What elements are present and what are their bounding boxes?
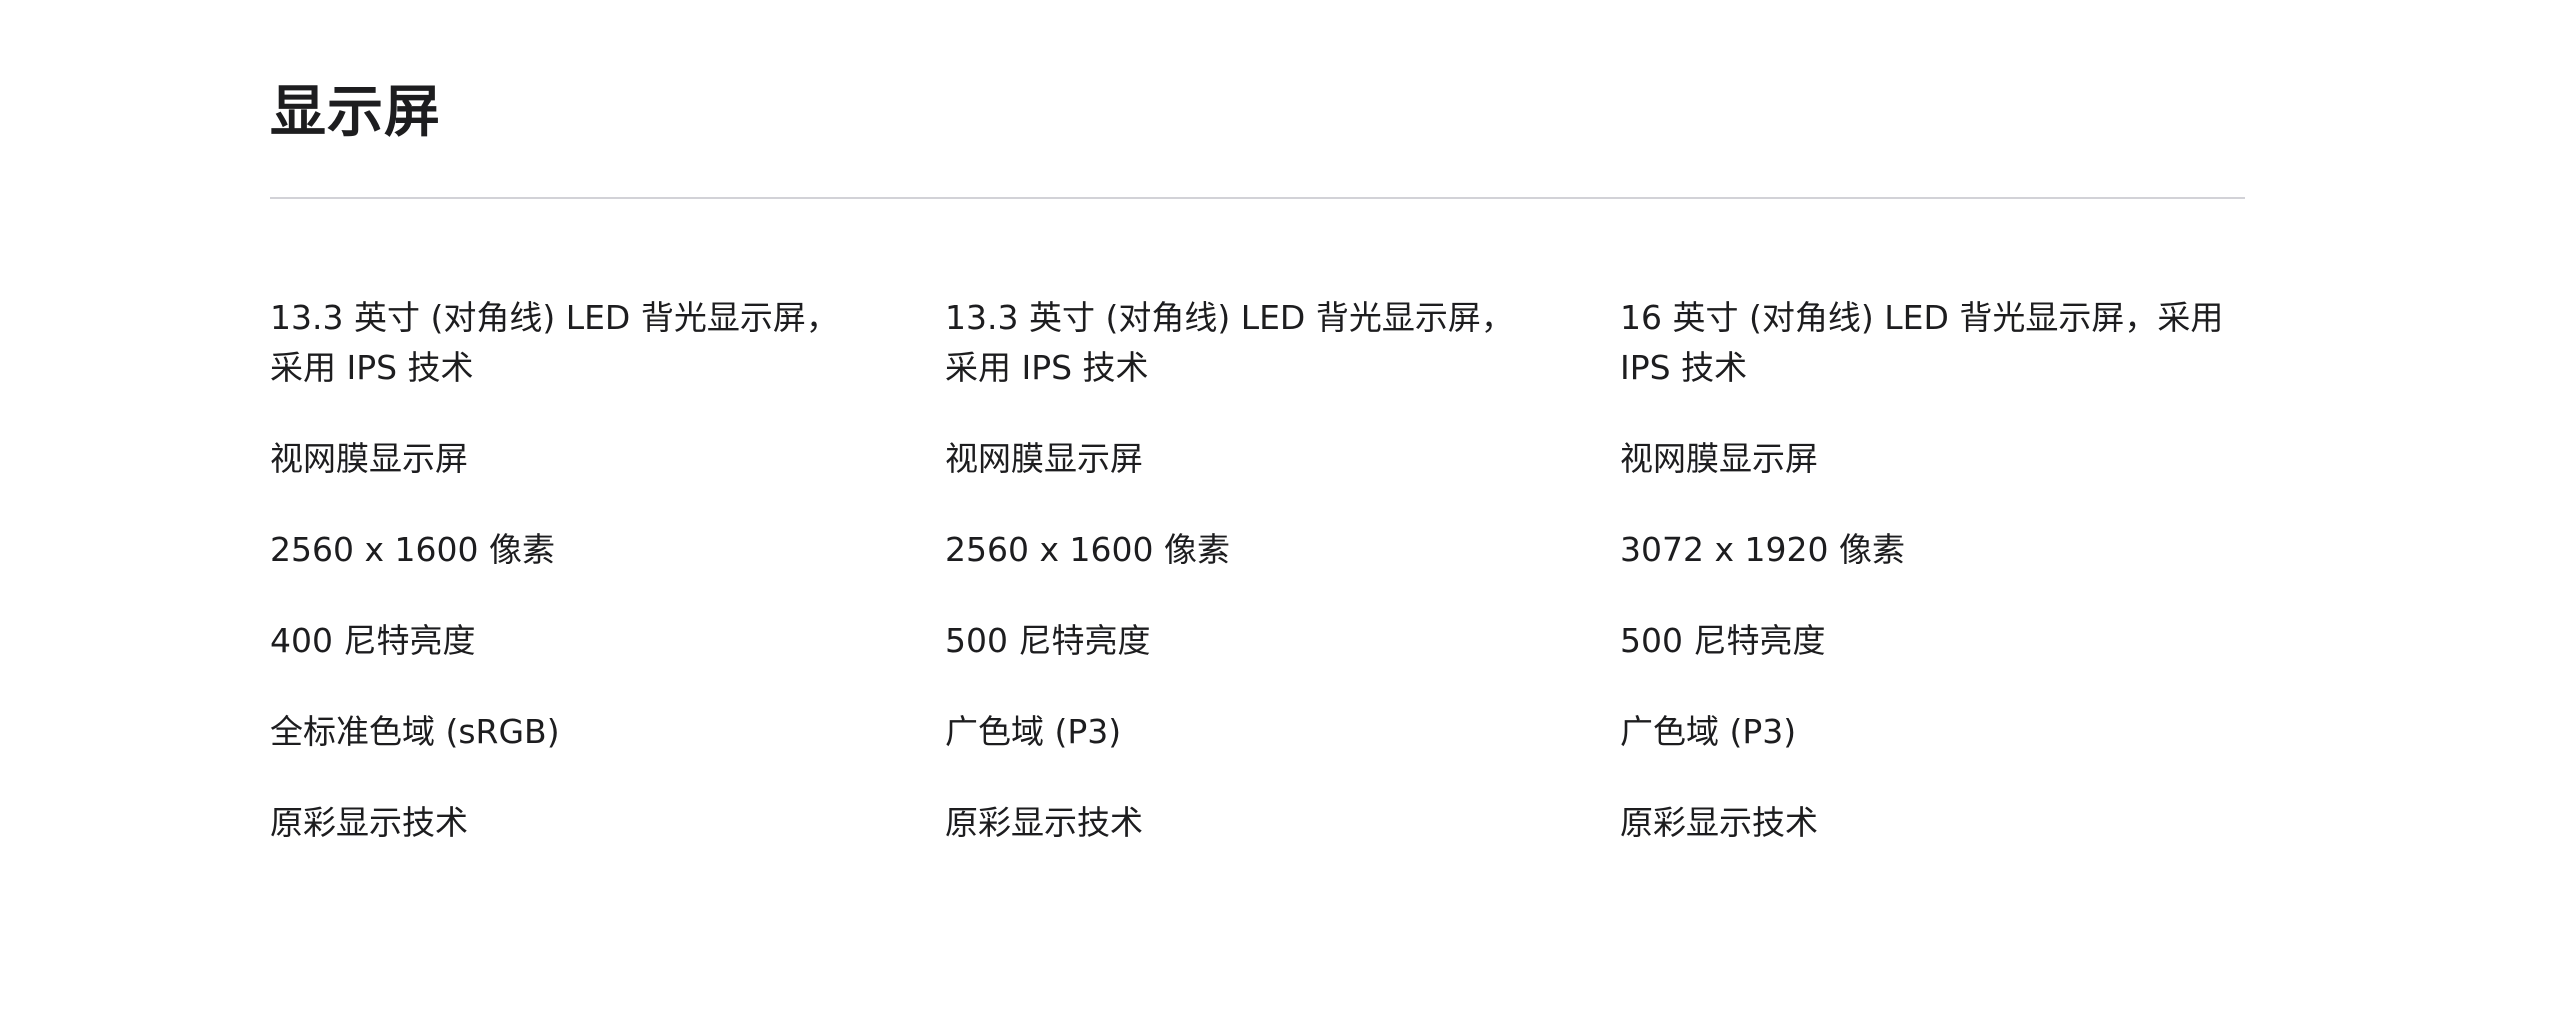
spec-resolution: 2560 x 1600 像素 (270, 530, 555, 569)
spec-brightness: 500 尼特亮度 (945, 621, 1151, 660)
spec-column-model-1: 13.3 英寸 (对角线) LED 背光显示屏，采用 IPS 技术 视网膜显示屏… (270, 293, 945, 889)
spec-column-model-2: 13.3 英寸 (对角线) LED 背光显示屏，采用 IPS 技术 视网膜显示屏… (945, 293, 1620, 889)
section-title: 显示屏 (270, 80, 441, 145)
section-divider (270, 197, 2245, 199)
spec-brightness: 400 尼特亮度 (270, 621, 476, 660)
spec-retina: 视网膜显示屏 (945, 439, 1143, 478)
spec-color-gamut: 广色域 (P3) (1620, 712, 1797, 751)
spec-columns: 13.3 英寸 (对角线) LED 背光显示屏，采用 IPS 技术 视网膜显示屏… (270, 293, 2245, 889)
spec-resolution: 3072 x 1920 像素 (1620, 530, 1905, 569)
spec-true-tone: 原彩显示技术 (945, 803, 1143, 842)
spec-color-gamut: 广色域 (P3) (945, 712, 1122, 751)
spec-retina: 视网膜显示屏 (1620, 439, 1818, 478)
spec-display-type: 13.3 英寸 (对角线) LED 背光显示屏，采用 IPS 技术 (270, 298, 839, 387)
spec-true-tone: 原彩显示技术 (270, 803, 468, 842)
spec-display-type: 13.3 英寸 (对角线) LED 背光显示屏，采用 IPS 技术 (945, 298, 1514, 387)
spec-display-type: 16 英寸 (对角线) LED 背光显示屏，采用 IPS 技术 (1620, 298, 2224, 387)
spec-retina: 视网膜显示屏 (270, 439, 468, 478)
spec-column-model-3: 16 英寸 (对角线) LED 背光显示屏，采用 IPS 技术 视网膜显示屏 3… (1620, 293, 2245, 889)
spec-color-gamut: 全标准色域 (sRGB) (270, 712, 560, 751)
spec-true-tone: 原彩显示技术 (1620, 803, 1818, 842)
spec-brightness: 500 尼特亮度 (1620, 621, 1826, 660)
spec-resolution: 2560 x 1600 像素 (945, 530, 1230, 569)
